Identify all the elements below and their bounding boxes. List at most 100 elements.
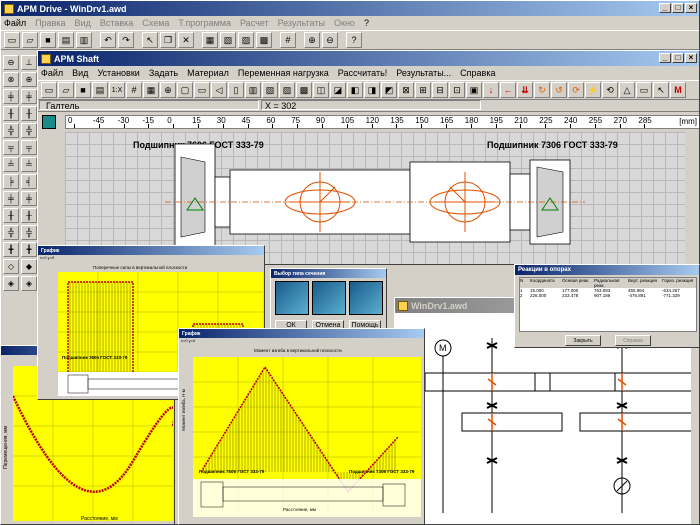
delete-icon[interactable]: ✕ [178,32,194,48]
shaft-close-button[interactable]: × [685,53,697,63]
pointer-icon[interactable]: ↖ [142,32,158,48]
shaft-snap-icon[interactable]: ▦ [143,82,159,98]
torque-icon[interactable]: ⟳ [568,82,584,98]
shaft-menu-file[interactable]: Файл [41,68,63,78]
menu-help[interactable]: ? [364,18,369,28]
spline-2-icon[interactable]: ╋ [21,242,37,257]
shaft-maximize-button[interactable]: □ [672,53,684,63]
redo-icon[interactable]: ↷ [118,32,134,48]
shaft-menu-view[interactable]: Вид [72,68,88,78]
maximize-button[interactable]: □ [672,3,684,13]
reactions-help-button[interactable]: Справка [615,335,651,346]
menu-view[interactable]: Вид [75,18,91,28]
zoom-out-icon[interactable]: ⊖ [322,32,338,48]
belt-icon[interactable]: ╞ [3,174,19,189]
close-button[interactable]: × [685,3,697,13]
apm-drive-titlebar[interactable]: APM Drive - WinDrv1.awd _ □ × [1,1,699,16]
worm-2-icon[interactable]: ╤ [21,140,37,155]
shaft-menu-help[interactable]: Справка [460,68,495,78]
shaft-minimize-button[interactable]: _ [659,53,671,63]
open-icon[interactable]: ▱ [22,32,38,48]
shaft-menu-variable-load[interactable]: Переменная нагрузка [238,68,329,78]
moment-icon[interactable]: ↻ [534,82,550,98]
shaft-menu-results[interactable]: Результаты... [396,68,451,78]
eraser-icon[interactable]: ▭ [636,82,652,98]
menu-results[interactable]: Результаты [278,18,325,28]
shaft-key-icon[interactable]: ▨ [279,82,295,98]
distributed-load-icon[interactable]: ⇊ [517,82,533,98]
menu-insert[interactable]: Вставка [100,18,133,28]
menu-scheme[interactable]: Схема [142,18,169,28]
triangle-icon[interactable]: △ [619,82,635,98]
key-2-icon[interactable]: ◆ [21,259,37,274]
menu-window[interactable]: Окно [334,18,355,28]
shaft-spline-icon[interactable]: ▧ [262,82,278,98]
reactions-titlebar[interactable]: Реакции в опорах [515,265,699,275]
undo-icon[interactable]: ↶ [100,32,116,48]
shaft-menu-calculate[interactable]: Рассчитать! [338,68,387,78]
zoom-in-icon[interactable]: ⊕ [304,32,320,48]
force-left-icon[interactable]: ← [500,82,516,98]
shaft-open-icon[interactable]: ▱ [58,82,74,98]
bevel-2-icon[interactable]: ╬ [21,123,37,138]
shaft-menu-settings[interactable]: Установки [97,68,139,78]
menu-file[interactable]: Файл [4,18,26,28]
chain-2-icon[interactable]: ╧ [21,157,37,172]
gear-icon[interactable]: ╫ [3,106,19,121]
worm-icon[interactable]: ╤ [3,140,19,155]
planetary-2-icon[interactable]: ╪ [21,191,37,206]
new-icon[interactable]: ▭ [4,32,20,48]
shaft-new-icon[interactable]: ▭ [41,82,57,98]
shaft-hole-icon[interactable]: ◧ [347,82,363,98]
moment-2-icon[interactable]: ↺ [551,82,567,98]
clutch-icon[interactable]: ╬ [3,225,19,240]
key-icon[interactable]: ◇ [3,259,19,274]
shaft-groove-icon[interactable]: ▩ [296,82,312,98]
shaft-save-icon[interactable]: ■ [75,82,91,98]
shaft-frame-icon[interactable]: ▢ [177,82,193,98]
spline-icon[interactable]: ╋ [3,242,19,257]
bearing-icon[interactable]: ⊕ [21,72,37,87]
save-icon[interactable]: ■ [40,32,56,48]
table-row[interactable]: 2 226.000 233.478 907.186 -476.891 -771.… [520,293,696,298]
shaft-bearing-icon[interactable]: ⊠ [398,82,414,98]
shaft-icon[interactable]: ⊥ [21,55,37,70]
thread-2-icon[interactable]: ◈ [21,276,37,291]
brake-icon[interactable]: ╫ [3,208,19,223]
shaft-grid-icon[interactable]: # [126,82,142,98]
preview-icon[interactable]: ▥ [76,32,92,48]
gear-pair-2-icon[interactable]: ╪ [21,89,37,104]
shaft-fillet-icon[interactable]: ◫ [313,82,329,98]
graph2-titlebar[interactable]: График [179,329,424,338]
shaft-cyl-icon[interactable]: ▭ [194,82,210,98]
brake-2-icon[interactable]: ╫ [21,208,37,223]
graph-icon[interactable]: ▨ [238,32,254,48]
graph1-titlebar[interactable]: График [38,246,264,255]
grid-icon[interactable]: # [280,32,296,48]
shaft-chamfer-icon[interactable]: ◪ [330,82,346,98]
section-option-2[interactable] [312,281,346,315]
shaft-step-icon[interactable]: ◩ [381,82,397,98]
bevel-icon[interactable]: ╬ [3,123,19,138]
section-option-1[interactable] [275,281,309,315]
shaft-menu-define[interactable]: Задать [149,68,178,78]
shaft-fix-icon[interactable]: ⊟ [432,82,448,98]
force-down-icon[interactable]: ↓ [483,82,499,98]
clutch-2-icon[interactable]: ╬ [21,225,37,240]
shaft-zoom-icon[interactable]: ⊕ [160,82,176,98]
shaft-cone-icon[interactable]: ◁ [211,82,227,98]
shaft-menu-material[interactable]: Материал [187,68,229,78]
shaft-hollow-icon[interactable]: ▯ [228,82,244,98]
menu-tprogram[interactable]: Т.программа [178,18,231,28]
gear-2-icon[interactable]: ╫ [21,106,37,121]
shaft-ring-icon[interactable]: ◨ [364,82,380,98]
help-icon[interactable]: ? [346,32,362,48]
copy-icon[interactable]: ❐ [160,32,176,48]
columns-icon[interactable]: ▩ [256,32,272,48]
chart-icon[interactable]: ▧ [220,32,236,48]
apm-shaft-titlebar[interactable]: APM Shaft _ □ × [38,51,699,66]
thread-icon[interactable]: ◈ [3,276,19,291]
pointer-icon-2[interactable]: ↖ [653,82,669,98]
motor-icon[interactable]: ⊖ [3,55,19,70]
gear-pair-icon[interactable]: ╪ [3,89,19,104]
